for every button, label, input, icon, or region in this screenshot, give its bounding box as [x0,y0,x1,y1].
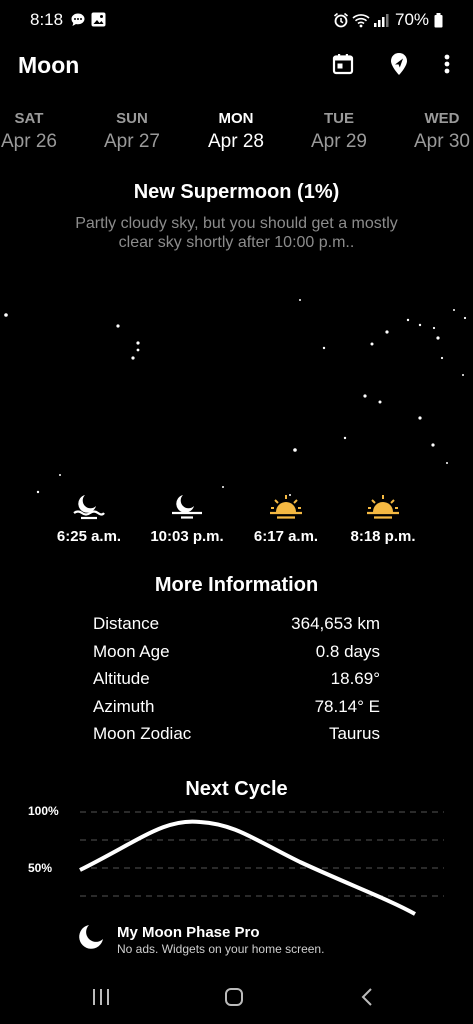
moonset-event: 10:03 p.m. [137,492,237,545]
star [446,462,448,464]
day-name: SUN [116,110,148,127]
moonset-icon [172,495,202,519]
promo-title[interactable]: My Moon Phase Pro [117,924,260,941]
day-date: Apr 29 [311,131,367,152]
wifi-icon [352,12,370,33]
day-tab-wed[interactable]: WED Apr 30 [402,110,473,153]
status-time: 8:18 [30,10,64,29]
day-date: Apr 30 [414,131,470,152]
star [116,324,120,328]
star [136,348,140,352]
info-value: 78.14° E [314,697,380,716]
info-label: Moon Zodiac [93,724,192,743]
star [453,309,455,311]
next-cycle-chart [79,811,444,916]
star [432,326,436,330]
star-field [4,299,467,496]
chart-gridlines [80,811,444,897]
day-date: Apr 28 [208,131,264,152]
star [431,443,435,447]
star [418,323,422,327]
moonrise-time: 6:25 a.m. [56,528,122,545]
moonset-time: 10:03 p.m. [150,528,224,545]
next-cycle-title: Next Cycle [185,778,288,800]
star [343,436,347,440]
star [440,356,444,360]
day-name: MON [218,110,254,127]
day-name: SAT [14,110,44,127]
home-button[interactable] [214,985,254,1009]
star [406,318,410,322]
sunrise-icon [270,495,302,519]
star [378,400,382,404]
day-date: Apr 27 [104,131,160,152]
day-tab-sat[interactable]: SAT Apr 26 [0,110,69,153]
star [222,486,224,488]
info-row-azimuth: Azimuth 78.14° E [93,697,380,724]
calendar-icon[interactable] [329,50,357,78]
moonrise-event: 6:25 a.m. [39,492,139,545]
battery-percent: 70% [395,10,430,29]
info-label: Azimuth [93,697,155,716]
phase-description: Partly cloudy sky, but you should get a … [75,215,398,251]
day-tab-mon[interactable]: MON Apr 28 [196,110,276,153]
info-row-moon-age: Moon Age 0.8 days [93,642,380,669]
star [322,346,326,350]
star [59,474,61,476]
sunset-icon [367,495,399,519]
star [462,374,464,376]
moonrise-icon [73,495,105,520]
info-value: Taurus [328,724,380,743]
sunrise-time: 6:17 a.m. [253,528,319,545]
recent-apps-button[interactable] [81,985,121,1009]
info-label: Distance [93,614,160,633]
day-name: TUE [324,110,354,127]
star [363,394,367,398]
star [436,336,440,340]
star [136,341,140,345]
sunrise-event: 6:17 a.m. [236,492,336,545]
info-row-distance: Distance 364,653 km [93,614,380,641]
day-date: Apr 26 [1,131,57,152]
day-tab-tue[interactable]: TUE Apr 29 [299,110,379,153]
day-name: WED [424,110,460,127]
info-value: 0.8 days [315,642,380,661]
star [4,313,8,317]
back-button[interactable] [347,985,387,1009]
star [385,330,389,334]
info-value: 18.69° [330,669,380,688]
phase-title: New Supermoon (1%) [133,181,340,203]
location-pin-icon[interactable] [385,50,413,78]
gallery-notification-icon [91,12,106,32]
signal-icon [373,12,389,33]
app-title: Moon [18,52,80,78]
info-row-altitude: Altitude 18.69° [93,669,380,696]
sunset-event: 8:18 p.m. [333,492,433,545]
info-row-moon-zodiac: Moon Zodiac Taurus [93,724,380,751]
chat-notification-icon [70,12,86,33]
star [370,342,374,346]
info-label: Moon Age [93,642,170,661]
more-vert-icon[interactable] [433,50,461,78]
star [299,299,301,301]
crescent-moon-icon [76,922,106,957]
info-label: Altitude [93,669,150,688]
star [463,316,467,320]
promo-subtitle: No ads. Widgets on your home screen. [117,942,325,956]
battery-icon [434,13,443,33]
info-value: 364,653 km [291,614,380,633]
star [418,416,422,420]
sunset-time: 8:18 p.m. [350,528,416,545]
star [131,356,135,360]
star [293,448,297,452]
day-tab-sun[interactable]: SUN Apr 27 [92,110,172,153]
status-bar: 8:18 70% [0,0,473,40]
alarm-icon [333,12,349,33]
more-info-title: More Information [154,574,319,596]
